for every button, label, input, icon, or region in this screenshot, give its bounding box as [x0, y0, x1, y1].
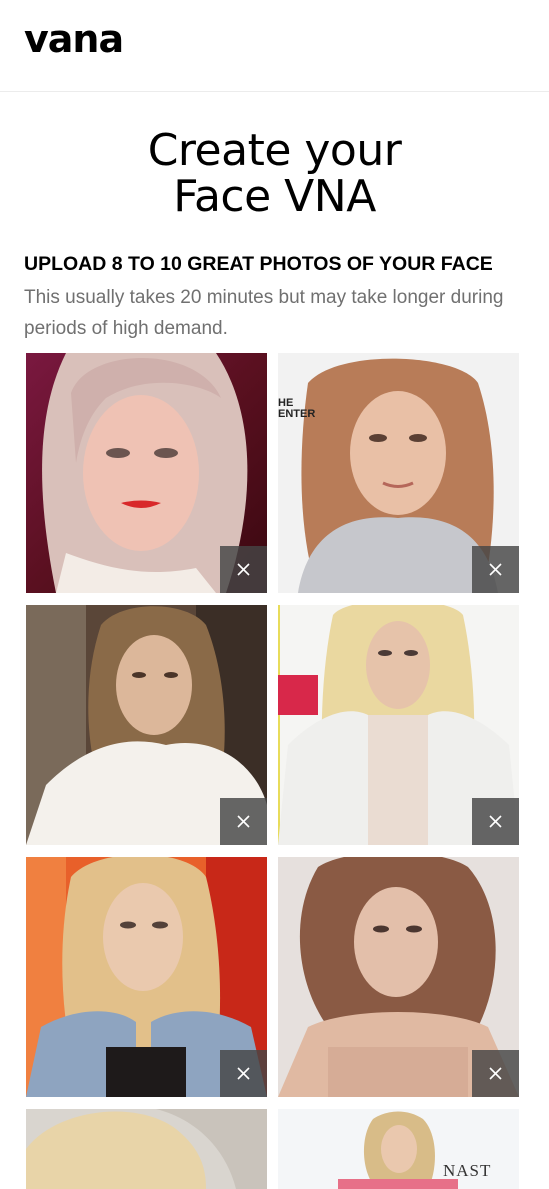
upload-subtext: This usually takes 20 minutes but may ta… [24, 287, 504, 339]
vana-logo[interactable]: vana [24, 20, 124, 58]
photo-tile[interactable]: HE ENTER [278, 353, 519, 593]
remove-photo-button[interactable] [220, 546, 267, 593]
portrait-photo [26, 1109, 267, 1189]
photo-tile[interactable] [278, 857, 519, 1097]
sign-line-2: ENTER [278, 408, 316, 420]
photo-tile[interactable] [26, 605, 267, 845]
close-icon [489, 563, 502, 576]
close-icon [237, 563, 250, 576]
photo-tile[interactable] [26, 1109, 267, 1189]
close-icon [489, 815, 502, 828]
page-title-line-2: Face VNA [173, 171, 376, 222]
photo-tile[interactable] [26, 857, 267, 1097]
page-title-line-1: Create your [147, 125, 402, 176]
app-header: vana [0, 0, 549, 92]
photo-tile[interactable] [278, 605, 519, 845]
remove-photo-button[interactable] [472, 798, 519, 845]
upload-heading: UPLOAD 8 TO 10 GREAT PHOTOS OF YOUR FACE [24, 253, 493, 275]
remove-photo-button[interactable] [472, 1050, 519, 1097]
page-title: Create your Face VNA [0, 128, 549, 220]
remove-photo-button[interactable] [472, 546, 519, 593]
remove-photo-button[interactable] [220, 798, 267, 845]
background-sign-text: NAST [443, 1161, 492, 1180]
close-icon [237, 1067, 250, 1080]
photo-tile[interactable]: NAST [278, 1109, 519, 1189]
remove-photo-button[interactable] [220, 1050, 267, 1097]
close-icon [489, 1067, 502, 1080]
background-sign-text: HE ENTER [278, 398, 315, 420]
close-icon [237, 815, 250, 828]
photo-tile[interactable] [26, 353, 267, 593]
